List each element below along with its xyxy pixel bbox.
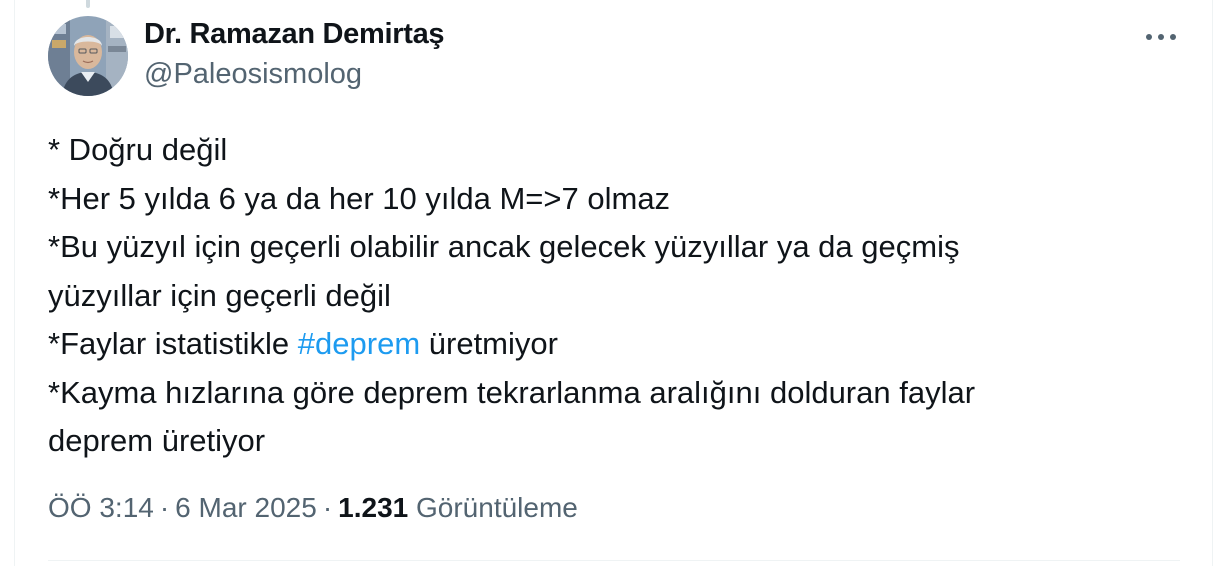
tweet-text-line: * Doğru değil (48, 132, 228, 167)
tweet-text-segment: *Faylar istatistikle (48, 326, 298, 361)
tweet-text-line: yüzyıllar için geçerli değil (48, 277, 391, 313)
tweet-text-line-with-hashtag: *Faylar istatistikle #deprem üretmiyor (48, 320, 1178, 369)
card-right-border (1212, 0, 1213, 566)
card-left-border (14, 0, 15, 566)
hashtag-link[interactable]: #deprem (298, 326, 420, 361)
views-label: Görüntüleme (416, 492, 578, 523)
more-options-button[interactable] (1140, 22, 1182, 52)
separator-dot: · (322, 492, 333, 523)
tweet-text-line: *Bu yüzyıl için geçerli olabilir ancak g… (48, 229, 960, 264)
author-display-name[interactable]: Dr. Ramazan Demirtaş (144, 18, 445, 51)
tweet-metadata: ÖÖ 3:14 · 6 Mar 2025 · 1.231 Görüntüleme (48, 492, 578, 524)
bottom-divider (48, 560, 1180, 561)
views-count: 1.231 (338, 492, 409, 523)
author-handle[interactable]: @Paleosismolog (144, 58, 362, 91)
thread-connector-line (86, 0, 90, 8)
avatar-image (48, 16, 128, 96)
post-date: 6 Mar 2025 (175, 492, 317, 523)
timestamp-link[interactable]: ÖÖ 3:14 · 6 Mar 2025 (48, 492, 317, 523)
avatar[interactable] (48, 16, 128, 96)
tweet-card: Dr. Ramazan Demirtaş @Paleosismolog * Do… (0, 0, 1214, 566)
tweet-text-line: deprem üretiyor (48, 423, 266, 458)
tweet-text: * Doğru değil *Her 5 yılda 6 ya da her 1… (48, 126, 1178, 466)
more-horizontal-icon (1146, 34, 1176, 40)
separator-dot: · (159, 492, 170, 523)
tweet-text-line: *Kayma hızlarına göre deprem tekrarlanma… (48, 374, 976, 410)
tweet-text-segment: üretmiyor (420, 326, 558, 361)
post-time: ÖÖ 3:14 (48, 492, 154, 523)
tweet-text-line: *Her 5 yılda 6 ya da her 10 yılda M=>7 o… (48, 180, 671, 216)
